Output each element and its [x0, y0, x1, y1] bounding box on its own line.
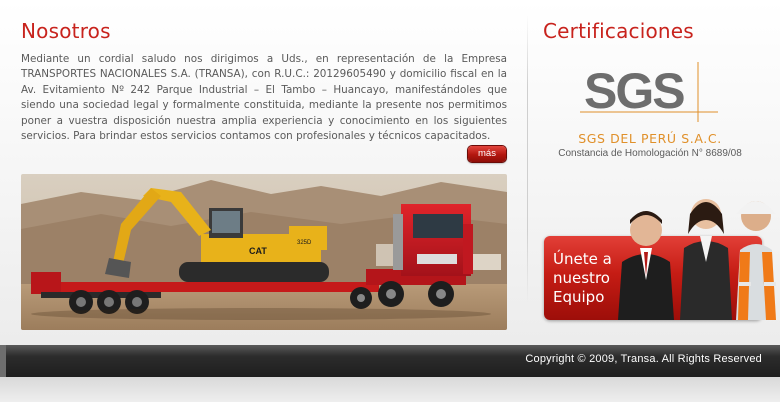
truck-excavator-photo: CAT 325D: [21, 174, 507, 330]
excavator-brand-label: CAT: [249, 246, 267, 256]
page-content: Nosotros Mediante un cordial saludo nos …: [0, 0, 780, 345]
footer-bar: Copyright © 2009, Transa. All Rights Res…: [0, 345, 780, 377]
footer-underlay: [0, 377, 780, 402]
footer-edge: [0, 345, 6, 377]
copyright-text: Copyright © 2009, Transa. All Rights Res…: [525, 353, 762, 365]
excavator-model-label: 325D: [297, 240, 312, 246]
more-button[interactable]: más: [468, 146, 506, 162]
nosotros-title: Nosotros: [21, 19, 111, 43]
nosotros-intro-text: Mediante un cordial saludo nos dirigimos…: [21, 53, 507, 143]
nosotros-section: Nosotros Mediante un cordial saludo nos …: [0, 0, 527, 345]
certificaciones-title: Certificaciones: [543, 19, 694, 43]
team-people-image: [598, 190, 780, 322]
certificaciones-section: Certificaciones SGS SGS DEL PERÚ S.A.C. …: [528, 0, 780, 345]
sgs-certificate-number: Constancia de Homologación N° 8689/08: [558, 148, 742, 159]
join-line-3: Equipo: [553, 288, 605, 306]
sgs-company-name: SGS DEL PERÚ S.A.C.: [578, 131, 722, 146]
sgs-logo-text: SGS: [584, 63, 684, 119]
sgs-logo[interactable]: SGS: [580, 60, 718, 122]
